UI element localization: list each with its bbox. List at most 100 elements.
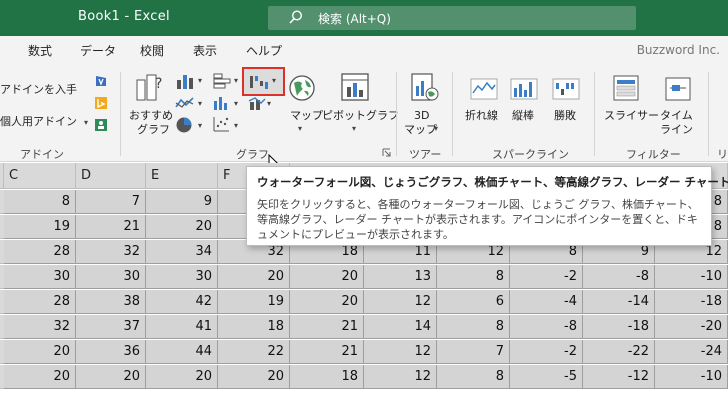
- chevron-down-icon[interactable]: ▾: [84, 118, 88, 127]
- table-cell[interactable]: -2: [510, 340, 583, 364]
- timeline-label-2[interactable]: ライン: [660, 123, 693, 136]
- line-chart-icon[interactable]: [175, 95, 195, 111]
- table-cell[interactable]: -18: [583, 315, 655, 339]
- pie-chart-icon[interactable]: [175, 116, 193, 134]
- table-cell[interactable]: 37: [76, 315, 146, 339]
- table-cell[interactable]: 12: [364, 290, 437, 314]
- recommended-charts-icon[interactable]: ?: [135, 72, 167, 102]
- table-cell[interactable]: 28: [4, 240, 76, 264]
- chevron-down-icon[interactable]: ▾: [198, 76, 202, 85]
- table-cell[interactable]: 36: [76, 340, 146, 364]
- bar-chart-icon[interactable]: [212, 72, 232, 90]
- sparkline-column-icon[interactable]: [510, 78, 538, 100]
- 3d-map-icon[interactable]: [408, 72, 440, 102]
- pivot-chart-icon[interactable]: [340, 72, 370, 102]
- combo-chart-icon[interactable]: [248, 97, 266, 111]
- chevron-down-icon[interactable]: ▾: [267, 99, 271, 108]
- map-chart-label[interactable]: マップ: [290, 109, 323, 122]
- timeline-icon[interactable]: [664, 76, 692, 102]
- tab-formulas[interactable]: 数式: [28, 42, 52, 59]
- 3d-map-label-1[interactable]: 3D: [414, 109, 429, 122]
- column-chart-icon[interactable]: [175, 72, 195, 90]
- tab-data[interactable]: データ: [80, 42, 116, 59]
- people-graph-icon[interactable]: [94, 118, 108, 132]
- table-cell[interactable]: 28: [4, 290, 76, 314]
- tab-review[interactable]: 校閲: [140, 42, 164, 59]
- chevron-down-icon[interactable]: ▾: [198, 121, 202, 130]
- table-cell[interactable]: 30: [4, 265, 76, 289]
- table-cell[interactable]: 32: [76, 240, 146, 264]
- sparkline-line-icon[interactable]: [470, 78, 498, 100]
- chevron-down-icon[interactable]: ▾: [352, 124, 356, 133]
- waterfall-chart-button[interactable]: ▾: [242, 67, 285, 96]
- table-cell[interactable]: 8: [4, 190, 76, 214]
- column-header[interactable]: E: [146, 163, 218, 189]
- table-cell[interactable]: 20: [218, 365, 290, 389]
- table-cell[interactable]: 14: [364, 315, 437, 339]
- recommended-charts-label-2[interactable]: グラフ: [137, 123, 170, 136]
- table-cell[interactable]: -10: [655, 365, 728, 389]
- table-cell[interactable]: 8: [437, 265, 510, 289]
- slicer-icon[interactable]: [612, 74, 642, 102]
- table-cell[interactable]: 20: [290, 290, 364, 314]
- get-addins-button[interactable]: アドインを入手: [0, 83, 77, 96]
- sparkline-column-label[interactable]: 縦棒: [512, 109, 534, 122]
- table-cell[interactable]: 20: [146, 215, 218, 239]
- table-cell[interactable]: 7: [437, 340, 510, 364]
- table-cell[interactable]: 20: [290, 265, 364, 289]
- column-header[interactable]: C: [4, 163, 76, 189]
- table-cell[interactable]: 18: [290, 365, 364, 389]
- table-cell[interactable]: 22: [218, 340, 290, 364]
- table-cell[interactable]: 20: [218, 265, 290, 289]
- table-cell[interactable]: 38: [76, 290, 146, 314]
- visio-icon[interactable]: [94, 74, 108, 88]
- 3d-map-label-2[interactable]: マップ: [404, 123, 437, 136]
- table-cell[interactable]: 8: [437, 315, 510, 339]
- search-box[interactable]: 検索 (Alt+Q): [268, 6, 636, 30]
- table-cell[interactable]: 21: [290, 315, 364, 339]
- table-cell[interactable]: -8: [510, 315, 583, 339]
- table-cell[interactable]: 12: [364, 365, 437, 389]
- table-cell[interactable]: 21: [290, 340, 364, 364]
- table-cell[interactable]: 19: [218, 290, 290, 314]
- chevron-down-icon[interactable]: ▾: [234, 76, 238, 85]
- table-cell[interactable]: 34: [146, 240, 218, 264]
- scatter-chart-icon[interactable]: [212, 116, 230, 132]
- table-cell[interactable]: 8: [437, 365, 510, 389]
- recommended-charts-label-1[interactable]: おすすめ: [129, 109, 173, 122]
- table-cell[interactable]: -12: [583, 365, 655, 389]
- table-cell[interactable]: 18: [218, 315, 290, 339]
- table-cell[interactable]: 20: [4, 365, 76, 389]
- table-cell[interactable]: 30: [146, 265, 218, 289]
- dialog-launcher-icon[interactable]: [382, 148, 391, 157]
- stats-chart-icon[interactable]: [212, 95, 230, 111]
- table-cell[interactable]: 20: [146, 365, 218, 389]
- table-cell[interactable]: 44: [146, 340, 218, 364]
- table-cell[interactable]: -5: [510, 365, 583, 389]
- table-cell[interactable]: 12: [364, 340, 437, 364]
- table-cell[interactable]: -4: [510, 290, 583, 314]
- table-cell[interactable]: -22: [583, 340, 655, 364]
- table-cell[interactable]: 19: [4, 215, 76, 239]
- table-cell[interactable]: 7: [76, 190, 146, 214]
- slicer-label[interactable]: スライサー: [604, 109, 659, 122]
- column-header[interactable]: D: [76, 163, 146, 189]
- chevron-down-icon[interactable]: ▾: [234, 121, 238, 130]
- tab-view[interactable]: 表示: [193, 42, 217, 59]
- my-addins-button[interactable]: 個人用アドイン: [0, 115, 77, 128]
- chevron-down-icon[interactable]: ▾: [298, 124, 302, 133]
- table-cell[interactable]: -24: [655, 340, 728, 364]
- table-cell[interactable]: 30: [76, 265, 146, 289]
- table-cell[interactable]: 32: [4, 315, 76, 339]
- sparkline-winloss-icon[interactable]: [552, 78, 580, 100]
- map-chart-icon[interactable]: [288, 74, 316, 102]
- chevron-down-icon[interactable]: ▾: [434, 124, 438, 133]
- tab-help[interactable]: ヘルプ: [246, 42, 282, 59]
- table-cell[interactable]: 13: [364, 265, 437, 289]
- sparkline-line-label[interactable]: 折れ線: [465, 109, 498, 122]
- pivot-chart-label[interactable]: ピボットグラフ: [322, 109, 399, 122]
- table-cell[interactable]: 42: [146, 290, 218, 314]
- sparkline-winloss-label[interactable]: 勝敗: [554, 109, 576, 122]
- table-cell[interactable]: 41: [146, 315, 218, 339]
- chevron-down-icon[interactable]: ▾: [234, 99, 238, 108]
